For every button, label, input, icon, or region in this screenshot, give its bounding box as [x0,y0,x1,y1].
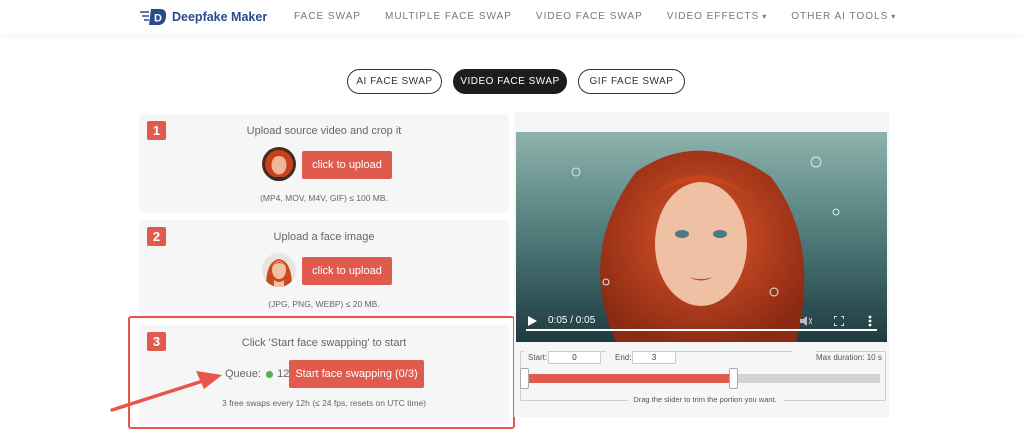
trim-caption: Drag the slider to trim the portion you … [633,395,777,404]
trim-start-label: Start: [528,353,548,362]
more-options-icon[interactable] [868,315,872,327]
max-duration-label: Max duration: 10 s [816,353,882,362]
play-icon[interactable] [528,316,537,326]
volume-icon[interactable] [800,316,812,326]
trim-end-handle[interactable] [729,368,739,389]
trim-start-handle[interactable] [520,368,529,389]
video-player[interactable]: 0:05 / 0:05 [516,132,887,342]
fullscreen-icon[interactable] [834,316,844,326]
video-time: 0:05 / 0:05 [548,315,596,326]
trim-slider-track[interactable] [526,374,880,383]
trim-end-input[interactable]: 3 [632,351,676,364]
trim-start-input[interactable]: 0 [548,351,601,364]
video-controls: 0:05 / 0:05 [516,306,887,342]
trim-end-label: End: [615,353,632,362]
trim-slider-range [526,374,734,383]
video-progress-bar[interactable] [526,329,877,331]
